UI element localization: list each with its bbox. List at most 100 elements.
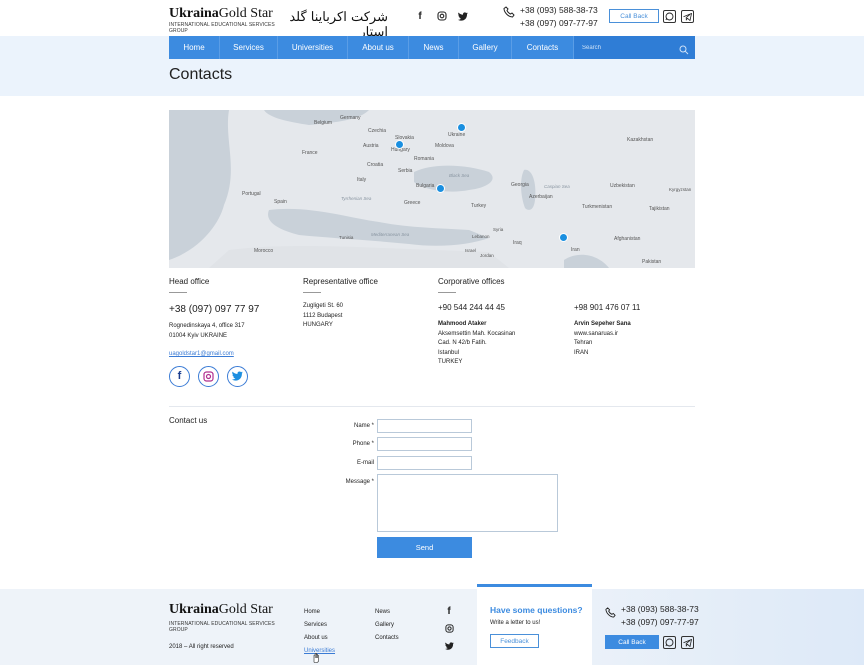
facebook-icon[interactable]: f <box>443 605 455 617</box>
questions-title: Have some questions? <box>490 605 583 615</box>
feedback-button[interactable]: Feedback <box>490 634 539 648</box>
name-field[interactable] <box>377 419 472 433</box>
nav-services[interactable]: Services <box>220 36 278 59</box>
map-pin-kyiv[interactable] <box>457 123 466 132</box>
footer-phone-2[interactable]: +38 (097) 097-77-97 <box>621 616 699 629</box>
telegram-icon[interactable] <box>681 10 694 23</box>
map-label: Pakistan <box>642 259 662 265</box>
office-map[interactable]: Germany Belgium Czechia Slovakia Austria… <box>169 110 695 268</box>
map-label: Iraq <box>513 240 522 246</box>
footer-link-services[interactable]: Services <box>304 619 335 632</box>
rep-office-address-1: Zugligeti St. 60 <box>303 303 344 309</box>
header-phone-2[interactable]: +38 (097) 097-77-97 <box>520 17 598 30</box>
iran-line-3: IRAN <box>574 349 589 356</box>
nav-about-us[interactable]: About us <box>348 36 409 59</box>
logo-subtitle-2: GROUP <box>169 627 188 633</box>
head-office-phone[interactable]: +38 (097) 097 77 97 <box>169 304 259 315</box>
corp-office-iran: +98 901 476 07 11 Arvin Sepeher Sana www… <box>574 303 640 358</box>
twitter-icon[interactable] <box>227 365 248 387</box>
twitter-icon[interactable] <box>443 640 455 652</box>
instagram-icon[interactable] <box>443 622 455 634</box>
turkey-name: Mahmood Ataker <box>438 321 487 327</box>
map-pin-budapest[interactable] <box>395 140 404 149</box>
map-label: Tajikistan <box>649 206 670 212</box>
page-title: Contacts <box>169 66 233 83</box>
email-field[interactable] <box>377 456 472 470</box>
turkey-line-1: Aksemsettin Mah. Kocasinan <box>438 330 516 337</box>
turkey-phone[interactable]: +90 544 244 44 45 <box>438 303 515 312</box>
call-back-button[interactable]: Call Back <box>609 9 659 23</box>
footer-link-home[interactable]: Home <box>304 606 335 619</box>
map-label: Bulgaria <box>416 183 435 189</box>
footer-link-about-us[interactable]: About us <box>304 632 335 645</box>
logo[interactable]: UkrainaGold Star INTERNATIONAL EDUCATION… <box>169 6 275 34</box>
iran-line-1[interactable]: www.sanaruas.ir <box>574 330 640 340</box>
search-input[interactable] <box>582 44 677 51</box>
corp-office-title: Corporative offices <box>438 277 505 286</box>
map-label: Morocco <box>254 248 274 254</box>
nav-home[interactable]: Home <box>169 36 220 59</box>
map-label: Turkmenistan <box>582 204 613 210</box>
logo-ukraina: Ukraina <box>169 6 219 21</box>
nav-contacts[interactable]: Contacts <box>512 36 574 59</box>
footer-call-back-button[interactable]: Call Back <box>605 635 659 649</box>
map-label: Iran <box>571 247 580 253</box>
map-label: Portugal <box>242 191 261 197</box>
footer <box>0 589 864 665</box>
twitter-icon[interactable] <box>457 10 469 22</box>
whatsapp-icon[interactable] <box>663 10 676 23</box>
map-label: Tunisia <box>339 235 354 240</box>
rep-office-address-2: 1112 Budapest <box>303 312 343 319</box>
questions-text: Write a letter to us! <box>490 620 541 626</box>
nav-universities[interactable]: Universities <box>278 36 348 59</box>
map-label: Ukraine <box>448 132 466 138</box>
divider <box>169 292 187 293</box>
head-office-address-1: Rognedinskaya 4, office 317 <box>169 323 245 329</box>
iran-phone[interactable]: +98 901 476 07 11 <box>574 303 640 312</box>
map-label: Serbia <box>398 168 413 174</box>
copyright: 2018 – All right reserved <box>169 644 234 650</box>
nav-news[interactable]: News <box>409 36 459 59</box>
map-label: Spain <box>274 199 287 205</box>
footer-link-gallery[interactable]: Gallery <box>375 619 399 632</box>
head-office-address-2: 01004 Kyiv UKRAINE <box>169 332 228 339</box>
corporate-offices: Corporative offices <box>438 277 505 293</box>
map-label: Kazakhstan <box>627 137 654 143</box>
telegram-icon[interactable] <box>681 636 694 649</box>
map-pin-tehran[interactable] <box>559 233 568 242</box>
map-label: Afghanistan <box>614 236 641 242</box>
map-label: Lebanon <box>472 234 490 239</box>
footer-link-contacts[interactable]: Contacts <box>375 632 399 645</box>
map-label: Belgium <box>314 120 333 126</box>
phone-field[interactable] <box>377 437 472 451</box>
search-icon[interactable] <box>679 42 689 60</box>
map-label: France <box>302 150 318 156</box>
footer-logo[interactable]: UkrainaGold Star INTERNATIONAL EDUCATION… <box>169 602 275 633</box>
footer-link-news[interactable]: News <box>375 606 399 619</box>
rep-office-address-3: HUNGARY <box>303 322 333 328</box>
instagram-icon[interactable] <box>198 365 219 387</box>
instagram-icon[interactable] <box>436 10 448 22</box>
nav-gallery[interactable]: Gallery <box>459 36 512 59</box>
search-box <box>574 36 695 59</box>
facebook-icon[interactable]: f <box>414 10 426 22</box>
map-label: Georgia <box>511 182 529 188</box>
sea-label: Mediterranean Sea <box>371 232 410 237</box>
head-office-email[interactable]: uagoldstar1@gmail.com <box>169 350 259 360</box>
turkey-line-4: TURKEY <box>438 359 463 365</box>
logo-ukraina: Ukraina <box>169 602 219 617</box>
message-label: Message * <box>345 479 374 485</box>
message-field[interactable] <box>377 474 558 532</box>
header-phone-1[interactable]: +38 (093) 588-38-73 <box>520 4 598 17</box>
map-label: Syria <box>493 227 504 232</box>
map-label: Greece <box>404 200 421 206</box>
whatsapp-icon[interactable] <box>663 636 676 649</box>
map-label: Germany <box>340 115 361 121</box>
map-label: Italy <box>357 177 367 183</box>
send-button[interactable]: Send <box>377 537 472 558</box>
map-label: Turkey <box>471 203 487 209</box>
footer-phone-1[interactable]: +38 (093) 588-38-73 <box>621 603 699 616</box>
map-pin-istanbul[interactable] <box>436 184 445 193</box>
logo-subtitle-2: GROUP <box>169 28 188 34</box>
facebook-icon[interactable]: f <box>169 365 190 387</box>
